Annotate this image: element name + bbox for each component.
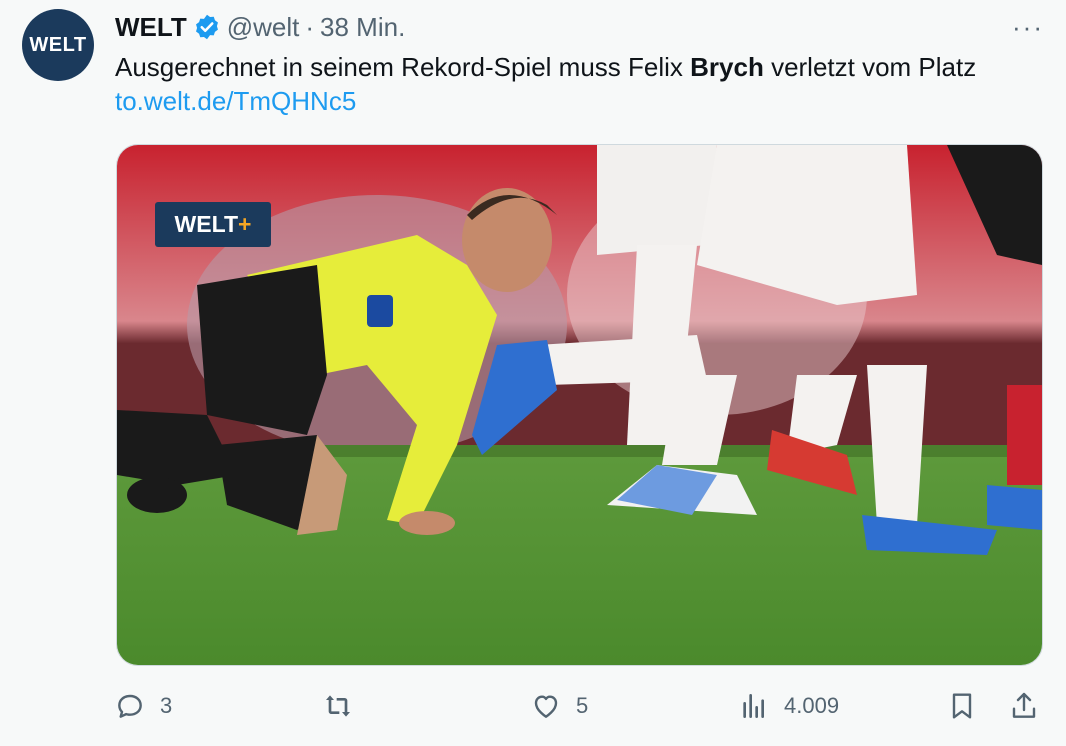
- bookmark-button[interactable]: [946, 688, 978, 724]
- tweet-timestamp[interactable]: 38 Min.: [320, 12, 405, 43]
- tweet-text-before: Ausgerechnet in seinem Rekord-Spiel muss…: [115, 52, 691, 82]
- tweet-text: Ausgerechnet in seinem Rekord-Spiel muss…: [115, 50, 1045, 84]
- separator-dot: ·: [305, 11, 315, 42]
- share-button[interactable]: [1008, 688, 1040, 724]
- more-options-icon[interactable]: ···: [1012, 12, 1044, 43]
- like-count: 5: [576, 693, 589, 718]
- reply-icon: [118, 694, 142, 718]
- tweet-link[interactable]: to.welt.de/TmQHNc5: [115, 86, 356, 117]
- tweet-media-image[interactable]: WELT +: [116, 144, 1043, 666]
- author-handle[interactable]: @welt: [227, 12, 300, 43]
- views-icon: [743, 694, 764, 718]
- verified-badge-icon[interactable]: [193, 13, 221, 41]
- avatar[interactable]: WELT: [22, 9, 94, 81]
- welt-plus-badge: WELT +: [155, 202, 271, 247]
- like-button[interactable]: 5: [530, 688, 588, 724]
- tweet-actions: 3 5 4.009: [0, 688, 1066, 724]
- author-name[interactable]: WELT: [115, 12, 187, 43]
- heart-icon: [534, 695, 558, 718]
- reply-button[interactable]: 3: [114, 688, 172, 724]
- views-button[interactable]: 4.009: [738, 688, 839, 724]
- badge-plus: +: [238, 211, 252, 237]
- avatar-text: WELT: [29, 33, 87, 56]
- tweet-text-after: verletzt vom Platz: [763, 52, 977, 82]
- badge-text: WELT: [174, 211, 238, 237]
- tweet-header: WELT @welt · 38 Min.: [115, 10, 405, 44]
- reply-count: 3: [160, 693, 173, 718]
- share-icon: [1012, 692, 1036, 718]
- tweet-text-bold: Brych: [690, 52, 764, 82]
- retweet-icon: [326, 695, 350, 717]
- bookmark-icon: [952, 693, 972, 719]
- retweet-button[interactable]: [322, 688, 368, 724]
- views-count: 4.009: [784, 693, 840, 718]
